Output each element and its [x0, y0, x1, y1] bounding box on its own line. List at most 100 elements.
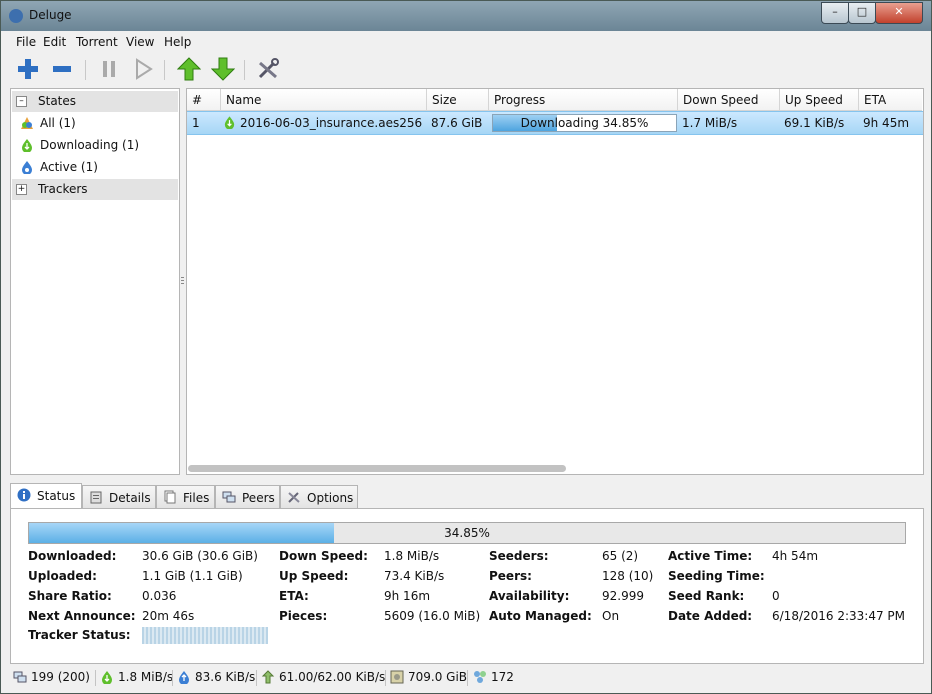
remove-torrent-icon	[53, 66, 71, 72]
tab-peers[interactable]: Peers	[215, 485, 280, 508]
free-space-status[interactable]: 709.0 GiB	[390, 670, 467, 684]
column-header-label: Size	[432, 93, 457, 107]
sidebar-item-label: Active (1)	[40, 160, 98, 174]
sidebar-item-downloading[interactable]: Downloading (1)	[12, 135, 178, 156]
sidebar-trackers-label: Trackers	[38, 182, 88, 196]
column-header-label: #	[192, 93, 203, 107]
pieces-label: Pieces:	[279, 609, 328, 623]
torrent-eta: 9h 45m	[863, 116, 910, 130]
all-icon	[21, 117, 33, 129]
download-speed-status[interactable]: 1.8 MiB/s	[100, 670, 173, 684]
preferences-button[interactable]	[255, 57, 281, 81]
statusbar-separator	[385, 670, 386, 686]
protocol-traffic-status[interactable]: 61.00/62.00 KiB/s	[261, 670, 385, 684]
preferences-icon	[258, 58, 279, 79]
sidebar: – States All (1) Downloading (1) Active …	[10, 88, 180, 475]
uploaded-value: 1.1 GiB (1.1 GiB)	[142, 569, 243, 583]
toolbar-separator	[85, 60, 86, 80]
queue-up-button[interactable]	[176, 57, 202, 81]
close-button[interactable]: ✕	[875, 2, 923, 24]
column-header-down-speed[interactable]: Down Speed	[678, 89, 780, 111]
menu-help[interactable]: Help	[164, 35, 191, 49]
deluge-window: Deluge – □ ✕ File Edit Torrent View Help	[0, 0, 932, 694]
uploaded-label: Uploaded:	[28, 569, 97, 583]
window-title: Deluge	[29, 8, 72, 22]
connections-status[interactable]: 199 (200)	[13, 670, 90, 684]
progress-text: 34.85%	[444, 526, 490, 540]
column-header-size[interactable]: Size	[427, 89, 489, 111]
statusbar-separator	[95, 670, 96, 686]
tab-options[interactable]: Options	[280, 485, 358, 508]
title-bar[interactable]: Deluge – □ ✕	[1, 1, 931, 31]
torrent-row[interactable]: 1 2016-06-03_insurance.aes256 87.6 GiB D…	[187, 111, 923, 135]
details-icon	[90, 491, 102, 504]
remove-torrent-button[interactable]	[49, 57, 75, 81]
queue-down-button[interactable]	[210, 57, 236, 81]
menu-torrent[interactable]: Torrent	[76, 35, 118, 49]
peers-value: 128 (10)	[602, 569, 654, 583]
statusbar-separator	[256, 670, 257, 686]
tab-label: Peers	[242, 491, 275, 505]
column-header-eta[interactable]: ETA	[859, 89, 922, 111]
column-header-up-speed[interactable]: Up Speed	[780, 89, 859, 111]
menu-edit[interactable]: Edit	[43, 35, 66, 49]
pause-icon	[103, 61, 115, 77]
sidebar-trackers-header[interactable]: + Trackers	[12, 179, 178, 200]
peers-label: Peers:	[489, 569, 532, 583]
resume-button[interactable]	[130, 57, 156, 81]
progress-text: Downloading 34.85%	[520, 116, 649, 130]
torrent-list: # Name Size Progress Down Speed Up Speed…	[186, 88, 924, 475]
tab-details[interactable]: Details	[82, 485, 156, 508]
disk-icon	[390, 670, 404, 684]
seed-rank-value: 0	[772, 589, 780, 603]
tab-files[interactable]: Files	[156, 485, 215, 508]
add-torrent-icon	[18, 59, 38, 79]
statusbar-separator	[467, 670, 468, 686]
expand-icon[interactable]: +	[16, 184, 27, 195]
resume-icon	[136, 58, 153, 80]
column-header-index[interactable]: #	[187, 89, 221, 111]
download-speed-icon	[102, 671, 112, 684]
torrent-size: 87.6 GiB	[431, 116, 483, 130]
share-ratio-label: Share Ratio:	[28, 589, 112, 603]
collapse-icon[interactable]: –	[16, 96, 27, 107]
toolbar-separator	[164, 60, 165, 80]
active-icon	[22, 161, 32, 174]
column-header-progress[interactable]: Progress	[489, 89, 678, 111]
queue-down-icon	[211, 57, 235, 81]
sidebar-splitter[interactable]	[181, 276, 184, 286]
torrent-up-speed: 69.1 KiB/s	[784, 116, 845, 130]
add-torrent-button[interactable]	[15, 57, 41, 81]
sidebar-states-header[interactable]: – States	[12, 91, 178, 112]
deluge-app-icon	[9, 9, 23, 23]
menu-view[interactable]: View	[126, 35, 154, 49]
tab-label: Details	[109, 491, 151, 505]
free-space-value: 709.0 GiB	[408, 670, 468, 684]
tab-label: Options	[307, 491, 354, 505]
active-time-value: 4h 54m	[772, 549, 819, 563]
menu-file[interactable]: File	[16, 35, 36, 49]
pause-button[interactable]	[96, 57, 122, 81]
column-header-name[interactable]: Name	[221, 89, 427, 111]
column-header-label: Name	[226, 93, 262, 107]
download-speed-value: 1.8 MiB/s	[118, 670, 174, 684]
maximize-button[interactable]: □	[848, 2, 876, 24]
minimize-button[interactable]: –	[821, 2, 849, 24]
date-added-value: 6/18/2016 2:33:47 PM	[772, 609, 906, 623]
seed-rank-label: Seed Rank:	[668, 589, 745, 603]
down-speed-label: Down Speed:	[279, 549, 368, 563]
dht-value: 172	[491, 670, 514, 684]
tab-status[interactable]: Status	[10, 483, 82, 509]
tab-label: Status	[37, 489, 76, 503]
info-icon	[17, 488, 31, 502]
horizontal-scrollbar[interactable]	[188, 465, 566, 472]
protocol-traffic-icon	[261, 670, 275, 684]
status-bar: 199 (200) 1.8 MiB/s 83.6 KiB/s 61.00/62.…	[10, 666, 922, 690]
sidebar-item-active[interactable]: Active (1)	[12, 157, 178, 178]
sidebar-item-all[interactable]: All (1)	[12, 113, 178, 134]
upload-speed-status[interactable]: 83.6 KiB/s	[177, 670, 255, 684]
peers-icon	[222, 491, 236, 503]
date-added-label: Date Added:	[668, 609, 753, 623]
dht-status[interactable]: 172	[473, 670, 514, 684]
sidebar-item-label: All (1)	[40, 116, 76, 130]
